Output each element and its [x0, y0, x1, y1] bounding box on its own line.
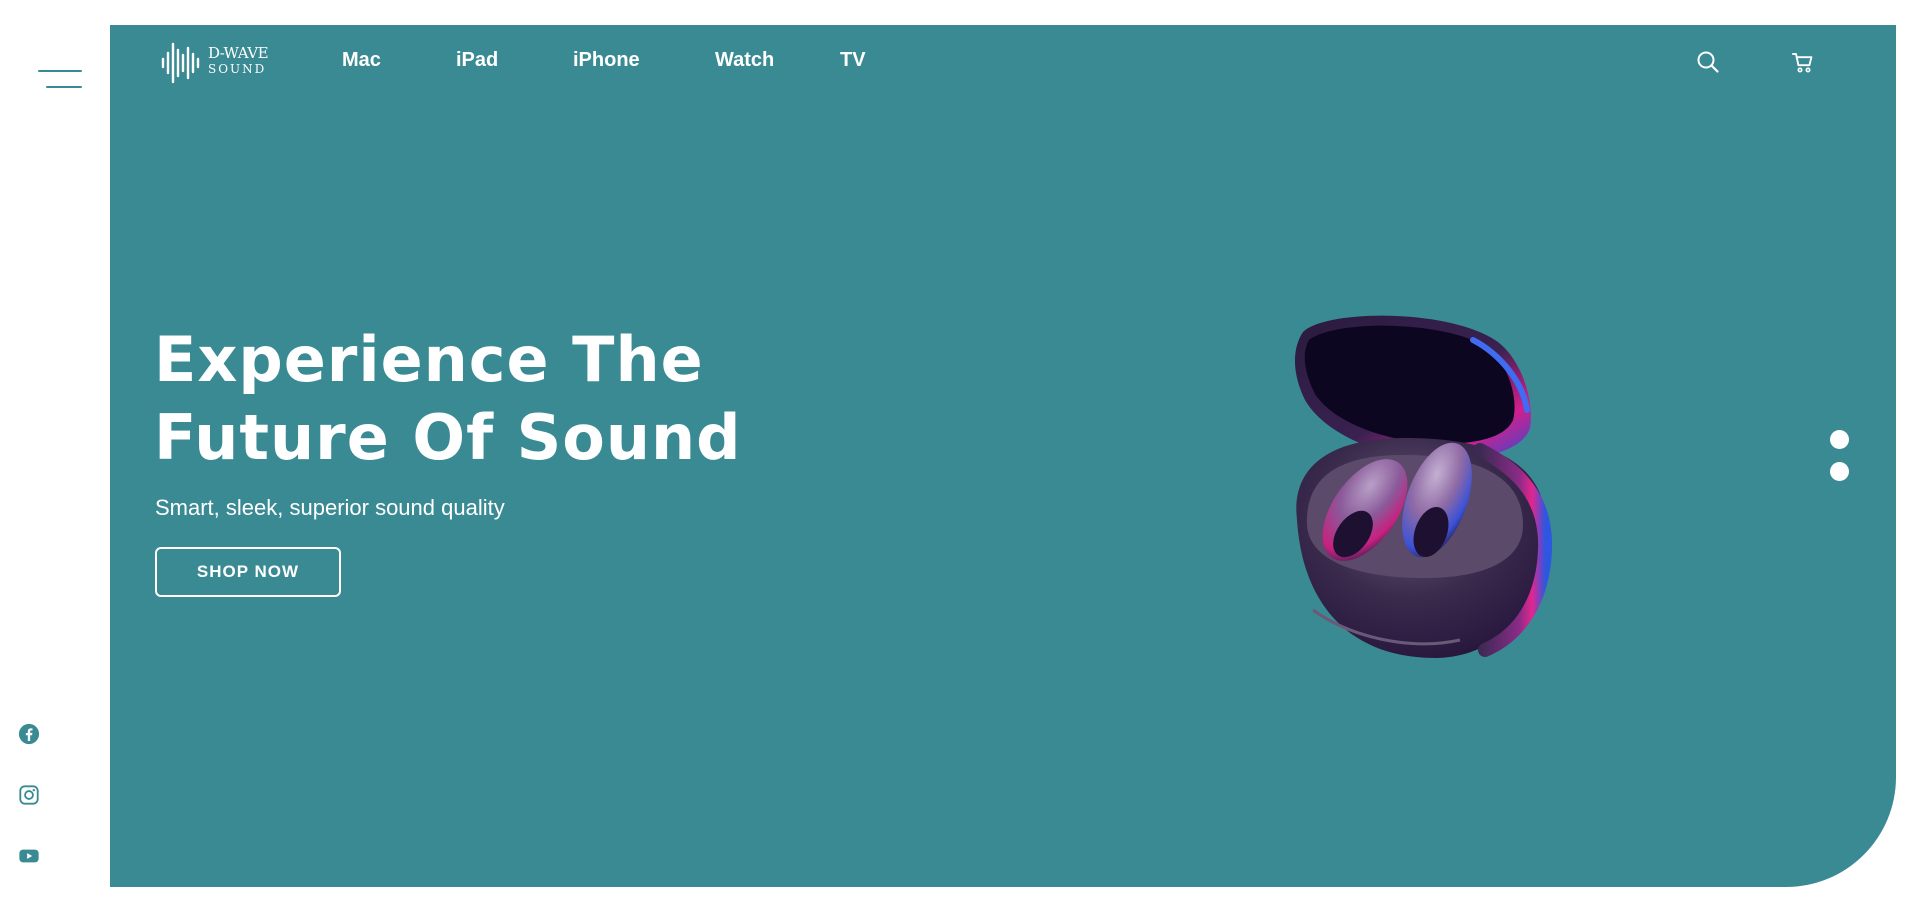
- hero-headline-line-2: Future Of Sound: [154, 401, 742, 474]
- menu-toggle-button[interactable]: [38, 70, 82, 90]
- menu-bar-bottom: [46, 86, 82, 88]
- nav-item-tv[interactable]: TV: [840, 49, 866, 72]
- brand-logo[interactable]: D-WAVE SOUND: [160, 39, 270, 85]
- logo-wordmark-bottom: SOUND: [208, 62, 267, 76]
- logo-wordmark-top: D-WAVE: [208, 44, 269, 62]
- shop-now-button[interactable]: SHOP NOW: [155, 547, 341, 597]
- cart-icon: [1792, 53, 1813, 73]
- youtube-icon: [18, 845, 40, 867]
- facebook-icon: [18, 723, 40, 745]
- facebook-link[interactable]: [18, 723, 40, 745]
- hero-subheadline: Smart, sleek, superior sound quality: [155, 495, 505, 520]
- hero-headline-line-1: Experience The: [154, 323, 704, 396]
- earbuds-case-image: [1294, 315, 1553, 658]
- search-icon: [1697, 51, 1719, 73]
- hero-section: D-WAVE SOUND Mac iPad iPhone Watch TV Ex…: [110, 25, 1896, 887]
- menu-bar-top: [38, 70, 82, 72]
- nav-item-mac[interactable]: Mac: [342, 49, 381, 72]
- youtube-link[interactable]: [18, 845, 40, 867]
- soundwave-icon: [161, 42, 200, 84]
- nav-item-ipad[interactable]: iPad: [456, 49, 498, 72]
- hero-headline: Experience The Future Of Sound: [154, 321, 742, 477]
- slider-dot-2[interactable]: [1830, 462, 1849, 481]
- nav-item-iphone[interactable]: iPhone: [573, 49, 640, 72]
- nav-item-watch[interactable]: Watch: [715, 49, 774, 72]
- instagram-link[interactable]: [18, 784, 40, 806]
- search-button[interactable]: [1695, 49, 1721, 75]
- cart-button[interactable]: [1790, 49, 1816, 75]
- instagram-icon: [18, 784, 40, 806]
- slider-dot-1[interactable]: [1830, 430, 1849, 449]
